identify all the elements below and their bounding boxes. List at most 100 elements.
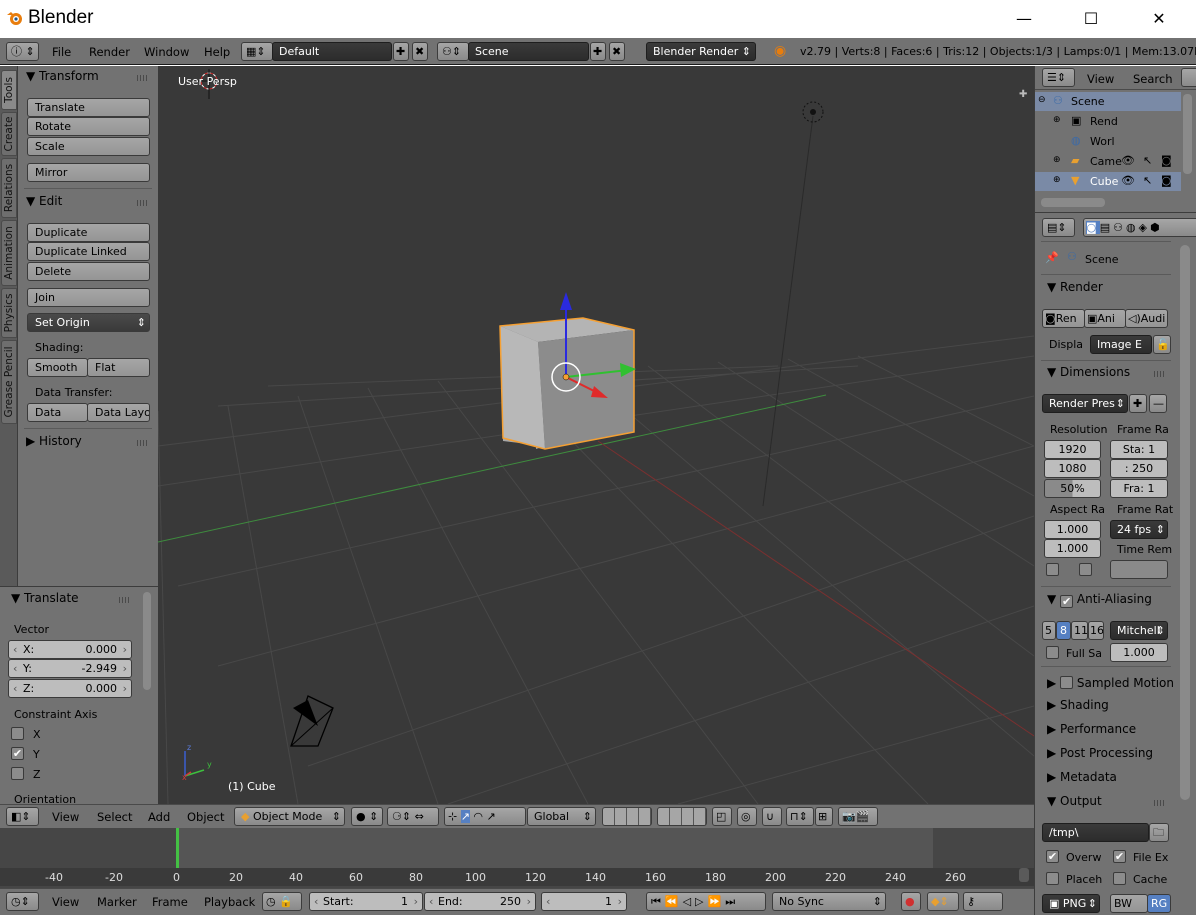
transform-panel-header[interactable]: ▼ Transform [26, 69, 99, 83]
render-camera-icon[interactable]: ◙ [1161, 174, 1172, 187]
menu-object[interactable]: Object [187, 810, 224, 824]
current-frame-indicator[interactable] [176, 828, 179, 868]
editor-type-button[interactable]: ⓘ ⇕ [6, 42, 39, 61]
menu-search[interactable]: Search [1133, 72, 1173, 86]
render-presets-select[interactable]: Render Pres ⇕ [1042, 394, 1128, 413]
scrollbar[interactable] [143, 592, 151, 690]
scrollbar[interactable] [1180, 245, 1190, 800]
editor-type-button[interactable]: ☰⇕ [1042, 68, 1075, 87]
visibility-eye-icon[interactable]: 👁 [1121, 174, 1135, 187]
layer-lock-button[interactable]: ◰ [712, 807, 732, 826]
editor-type-button[interactable]: ▤⇕ [1042, 218, 1075, 237]
render-panel-header[interactable]: ▼ Render [1047, 280, 1103, 294]
browse-folder-button[interactable]: 🗀 [1149, 823, 1169, 842]
context-tabs[interactable]: ◙▤⚇◍◈⬢ [1083, 218, 1196, 237]
remove-screen-button[interactable]: ✖ [412, 42, 428, 61]
render-engine-select[interactable]: Blender Render ⇕ [646, 42, 756, 61]
scrollbar-horizontal[interactable] [1041, 198, 1105, 207]
preview-range-buttons[interactable]: ◷ 🔒 [262, 892, 302, 911]
menu-view[interactable]: View [52, 895, 79, 909]
anti-aliasing-checkbox[interactable]: ✔ [1060, 595, 1074, 608]
3d-viewport[interactable]: User Persp ✚ z y x (1) Cube [158, 66, 1034, 804]
screen-layout-field[interactable]: Default [272, 42, 392, 61]
menu-add[interactable]: Add [148, 810, 170, 824]
metadata-panel-header[interactable]: ▶ Metadata [1047, 770, 1117, 784]
drag-handle-icon[interactable] [119, 597, 131, 603]
file-extensions-checkbox[interactable]: ✔ [1113, 850, 1126, 863]
add-screen-button[interactable]: ✚ [393, 42, 409, 61]
frame-end-field[interactable]: : 250 [1110, 459, 1168, 478]
tree-row-camera[interactable]: ⊕ ▰ Came 👁 ↖ ◙ [1035, 152, 1181, 171]
tab-grease-pencil[interactable]: Grease Pencil [1, 340, 17, 424]
edit-panel-header[interactable]: ▼ Edit [26, 194, 62, 208]
resolution-y-field[interactable]: 1080 [1044, 459, 1101, 478]
aa-samples-16[interactable]: 16 [1088, 621, 1104, 640]
tab-tools[interactable]: Tools [1, 70, 17, 110]
data-button[interactable]: Data [27, 403, 88, 422]
tree-row-scene[interactable]: ⊖ ⚇ Scene [1035, 92, 1181, 111]
editor-type-button[interactable]: ◧⇕ [6, 807, 39, 826]
history-panel-header[interactable]: ▶ History [26, 434, 82, 448]
transform-orientation-select[interactable]: Global ⇕ [527, 807, 596, 826]
lock-interface-button[interactable]: 🔓 [1153, 335, 1171, 354]
aa-filter-select[interactable]: Mitchell ⇕ [1110, 621, 1168, 640]
duplicate-button[interactable]: Duplicate [27, 223, 150, 242]
object-mode-select[interactable]: ◆ Object Mode ⇕ [234, 807, 345, 826]
frame-rate-select[interactable]: 24 fps ⇕ [1110, 520, 1168, 539]
expand-icon[interactable]: ⊕ [1053, 155, 1061, 165]
vector-x-field[interactable]: ‹ X: 0.000 › [8, 640, 132, 659]
duplicate-linked-button[interactable]: Duplicate Linked [27, 242, 150, 261]
menu-select[interactable]: Select [97, 810, 132, 824]
screen-layout-icon-button[interactable]: ▦⇕ [241, 42, 273, 61]
keying-button[interactable]: ◆⇕ [927, 892, 959, 911]
border-checkbox[interactable] [1046, 563, 1059, 576]
viewport-shading-select[interactable]: ● ⇕ [351, 807, 383, 826]
snap-button[interactable]: ∪ [762, 807, 782, 826]
drag-handle-icon[interactable] [137, 200, 149, 206]
translate-button[interactable]: Translate [27, 98, 150, 117]
tree-row-cube[interactable]: ⊕ ▼ Cube 👁 ↖ ◙ [1035, 172, 1181, 191]
close-button[interactable]: ✕ [1136, 4, 1182, 34]
drag-handle-icon[interactable] [1154, 371, 1166, 377]
color-mode-bw[interactable]: BW [1110, 894, 1148, 913]
render-image-button[interactable]: ◙Ren [1042, 309, 1085, 328]
overwrite-checkbox[interactable]: ✔ [1046, 850, 1059, 863]
aspect-x-field[interactable]: 1.000 [1044, 520, 1101, 539]
pin-icon[interactable]: 📌 [1045, 251, 1059, 264]
render-buttons[interactable]: 📷🎬 [838, 807, 878, 826]
shading-panel-header[interactable]: ▶ Shading [1047, 698, 1109, 712]
aa-size-field[interactable]: 1.000 [1110, 643, 1168, 662]
tab-relations[interactable]: Relations [1, 158, 17, 218]
output-path-field[interactable]: /tmp\ [1042, 823, 1149, 842]
sampled-motion-panel-header[interactable]: ▶ Sampled Motion [1047, 674, 1174, 690]
render-camera-icon[interactable]: ◙ [1161, 154, 1172, 167]
post-processing-panel-header[interactable]: ▶ Post Processing [1047, 746, 1153, 760]
constraint-z-checkbox[interactable] [11, 767, 24, 780]
aa-samples-8[interactable]: 8 [1056, 621, 1071, 640]
current-frame-field[interactable]: ‹ 1 › [541, 892, 627, 911]
manipulator-buttons[interactable]: ⊹ ↗ ◠ ↗ [444, 807, 526, 826]
keying-set-button[interactable]: ⚷ [963, 892, 1003, 911]
vector-y-field[interactable]: ‹ Y: -2.949 › [8, 659, 132, 678]
scene-icon-button[interactable]: ⚇⇕ [437, 42, 469, 61]
menu-window[interactable]: Window [144, 45, 189, 59]
drag-handle-icon[interactable] [1154, 800, 1166, 806]
frame-start-field[interactable]: Sta: 1 [1110, 440, 1168, 459]
placeholders-checkbox[interactable] [1046, 872, 1059, 885]
rotate-button[interactable]: Rotate [27, 117, 150, 136]
join-button[interactable]: Join [27, 288, 150, 307]
menu-view[interactable]: View [1087, 72, 1114, 86]
file-format-select[interactable]: ▣ PNG ⇕ [1042, 894, 1100, 913]
snap-element-select[interactable]: ⊓⇕ [786, 807, 814, 826]
color-mode-rgb[interactable]: RG [1147, 894, 1171, 913]
tab-animation[interactable]: Animation [1, 220, 17, 286]
tab-physics[interactable]: Physics [1, 288, 17, 338]
menu-marker[interactable]: Marker [97, 895, 137, 909]
menu-frame[interactable]: Frame [152, 895, 188, 909]
display-mode-select[interactable] [1181, 68, 1196, 87]
maximize-button[interactable]: ☐ [1068, 4, 1114, 34]
expand-icon[interactable]: ⊕ [1053, 175, 1061, 185]
data-layout-button[interactable]: Data Layo [87, 403, 150, 422]
record-button[interactable]: ● [901, 892, 921, 911]
tree-row-render[interactable]: ⊕ ▣ Rend [1035, 112, 1181, 131]
